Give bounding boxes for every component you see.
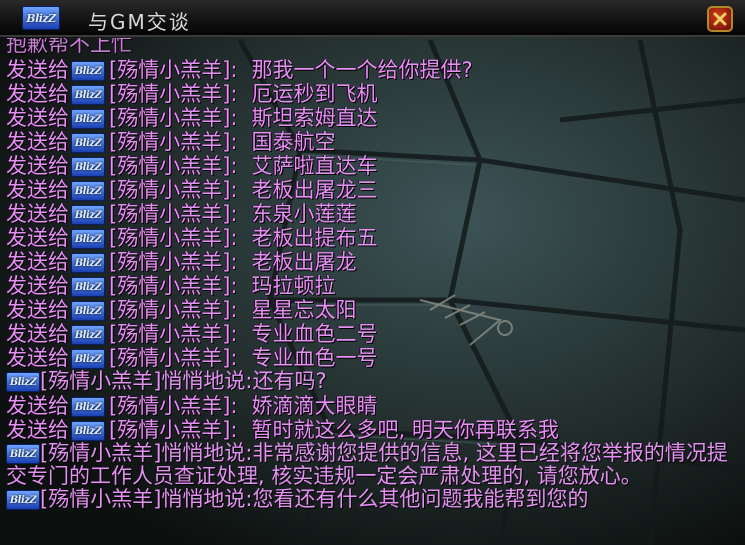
recipient-name: [殇情小羔羊]:	[109, 274, 238, 298]
recipient-name: [殇情小羔羊]:	[109, 226, 238, 250]
recipient-name: [殇情小羔羊]:	[109, 322, 238, 346]
chat-line-sent: 发送给 BlizZ [殇情小羔羊]: 东泉小莲莲	[6, 202, 356, 226]
sent-prefix: 发送给	[6, 178, 69, 202]
sent-prefix: 发送给	[6, 202, 69, 226]
chat-line-whisper: BlizZ [殇情小羔羊]悄悄地说:您看还有什么其他问题我能帮到您的	[6, 488, 736, 511]
chat-line-partial: 抱歉帮不上忙	[6, 38, 132, 56]
sent-prefix: 发送给	[6, 82, 69, 106]
blizzard-icon: BlizZ	[71, 109, 105, 129]
chat-message: 星星忘太阳	[251, 298, 357, 322]
blizzard-icon: BlizZ	[71, 133, 105, 153]
chat-message: 斯坦索姆直达	[251, 106, 378, 130]
sent-prefix: 发送给	[6, 298, 69, 322]
chat-line-sent: 发送给 BlizZ [殇情小羔羊]: 专业血色一号	[6, 346, 377, 370]
chat-message: 您看还有什么其他问题我能帮到您的	[252, 487, 589, 511]
sent-prefix: 发送给	[6, 274, 69, 298]
chat-message: 抱歉帮不上忙	[6, 38, 132, 56]
blizzard-icon: BlizZ	[71, 229, 105, 249]
chat-line-sent: 发送给 BlizZ [殇情小羔羊]: 老板出屠龙	[6, 250, 356, 274]
gm-chat-window: BlizZ 与GM交谈 抱歉帮不上忙 发送给 BlizZ [殇情小羔羊]: 那我一个一…	[0, 0, 745, 545]
chat-line-sent: 发送给 BlizZ [殇情小羔羊]: 专业血色二号	[6, 322, 377, 346]
chat-log[interactable]: 抱歉帮不上忙 发送给 BlizZ [殇情小羔羊]: 那我一个一个给你提供? 发送给 Bli…	[6, 38, 738, 545]
sent-prefix: 发送给	[6, 154, 69, 178]
title-bar: BlizZ 与GM交谈	[0, 0, 745, 37]
sent-prefix: 发送给	[6, 106, 69, 130]
recipient-name: [殇情小羔羊]:	[109, 202, 238, 226]
recipient-name: [殇情小羔羊]:	[109, 178, 238, 202]
blizzard-icon: BlizZ	[71, 301, 105, 321]
recipient-name: [殇情小羔羊]:	[109, 250, 238, 274]
chat-line-whisper: BlizZ [殇情小羔羊]悄悄地说:非常感谢您提供的信息, 这里已经将您举报的情况…	[6, 442, 736, 488]
chat-message: 还有吗?	[252, 369, 327, 393]
recipient-name: [殇情小羔羊]:	[109, 154, 238, 178]
blizzard-icon: BlizZ	[71, 253, 105, 273]
close-icon	[713, 12, 727, 26]
chat-line-sent: 发送给 BlizZ [殇情小羔羊]: 老板出屠龙三	[6, 178, 377, 202]
recipient-name: [殇情小羔羊]:	[109, 298, 238, 322]
chat-line-sent: 发送给 BlizZ [殇情小羔羊]: 星星忘太阳	[6, 298, 356, 322]
chat-message: 玛拉顿拉	[251, 274, 336, 298]
blizzard-icon: BlizZ	[6, 372, 40, 392]
blizzard-icon: BlizZ	[71, 157, 105, 177]
chat-line-sent: 发送给 BlizZ [殇情小羔羊]: 斯坦索姆直达	[6, 106, 377, 130]
sent-prefix: 发送给	[6, 250, 69, 274]
blizzard-icon: BlizZ	[71, 205, 105, 225]
chat-line-sent: 发送给 BlizZ [殇情小羔羊]: 艾萨啦直达车	[6, 154, 377, 178]
sent-prefix: 发送给	[6, 322, 69, 346]
recipient-name: [殇情小羔羊]:	[109, 58, 238, 82]
recipient-name: [殇情小羔羊]:	[109, 106, 238, 130]
chat-line-sent: 发送给 BlizZ [殇情小羔羊]: 国泰航空	[6, 130, 335, 154]
sent-prefix: 发送给	[6, 226, 69, 250]
recipient-name: [殇情小羔羊]:	[109, 346, 238, 370]
chat-line-sent: 发送给 BlizZ [殇情小羔羊]: 暂时就这么多吧, 明天你再联系我	[6, 418, 559, 442]
blizzard-icon: BlizZ	[71, 325, 105, 345]
blizzard-icon: BlizZ	[6, 490, 40, 510]
chat-message: 厄运秒到飞机	[251, 82, 378, 106]
sent-prefix: 发送给	[6, 58, 69, 82]
blizzard-icon: BlizZ	[71, 85, 105, 105]
whisper-prefix: [殇情小羔羊]悄悄地说:	[40, 441, 253, 465]
chat-line-sent: 发送给 BlizZ [殇情小羔羊]: 娇滴滴大眼睛	[6, 394, 377, 418]
blizzard-icon: BlizZ	[71, 397, 105, 417]
chat-message: 东泉小莲莲	[251, 202, 357, 226]
chat-line-sent: 发送给 BlizZ [殇情小羔羊]: 那我一个一个给你提供?	[6, 58, 473, 82]
sent-prefix: 发送给	[6, 394, 69, 418]
blizzard-icon: BlizZ	[71, 181, 105, 201]
window-title: 与GM交谈	[88, 10, 191, 34]
chat-line-sent: 发送给 BlizZ [殇情小羔羊]: 玛拉顿拉	[6, 274, 335, 298]
close-button[interactable]	[707, 6, 733, 32]
recipient-name: [殇情小羔羊]:	[109, 394, 238, 418]
recipient-name: [殇情小羔羊]:	[109, 130, 238, 154]
chat-message: 专业血色二号	[251, 322, 378, 346]
blizzard-icon: BlizZ	[71, 349, 105, 369]
blizzard-icon: BlizZ	[22, 6, 60, 30]
sent-prefix: 发送给	[6, 418, 69, 442]
whisper-prefix: [殇情小羔羊]悄悄地说:	[40, 369, 253, 393]
chat-message: 老板出屠龙三	[251, 178, 378, 202]
chat-message: 国泰航空	[251, 130, 336, 154]
chat-message: 老板出提布五	[251, 226, 378, 250]
chat-message: 暂时就这么多吧, 明天你再联系我	[251, 418, 559, 442]
chat-message: 艾萨啦直达车	[251, 154, 378, 178]
chat-message: 娇滴滴大眼睛	[251, 394, 378, 418]
chat-line-sent: 发送给 BlizZ [殇情小羔羊]: 厄运秒到飞机	[6, 82, 377, 106]
chat-message: 老板出屠龙	[251, 250, 357, 274]
sent-prefix: 发送给	[6, 346, 69, 370]
whisper-prefix: [殇情小羔羊]悄悄地说:	[40, 487, 253, 511]
blizzard-icon: BlizZ	[71, 277, 105, 297]
chat-message: 那我一个一个给你提供?	[251, 58, 473, 82]
recipient-name: [殇情小羔羊]:	[109, 418, 238, 442]
blizzard-icon: BlizZ	[71, 61, 105, 81]
chat-line-sent: 发送给 BlizZ [殇情小羔羊]: 老板出提布五	[6, 226, 377, 250]
blizzard-icon: BlizZ	[6, 444, 40, 464]
recipient-name: [殇情小羔羊]:	[109, 82, 238, 106]
chat-line-whisper: BlizZ [殇情小羔羊]悄悄地说:还有吗?	[6, 370, 736, 393]
blizzard-icon: BlizZ	[71, 421, 105, 441]
chat-message: 专业血色一号	[251, 346, 378, 370]
sent-prefix: 发送给	[6, 130, 69, 154]
